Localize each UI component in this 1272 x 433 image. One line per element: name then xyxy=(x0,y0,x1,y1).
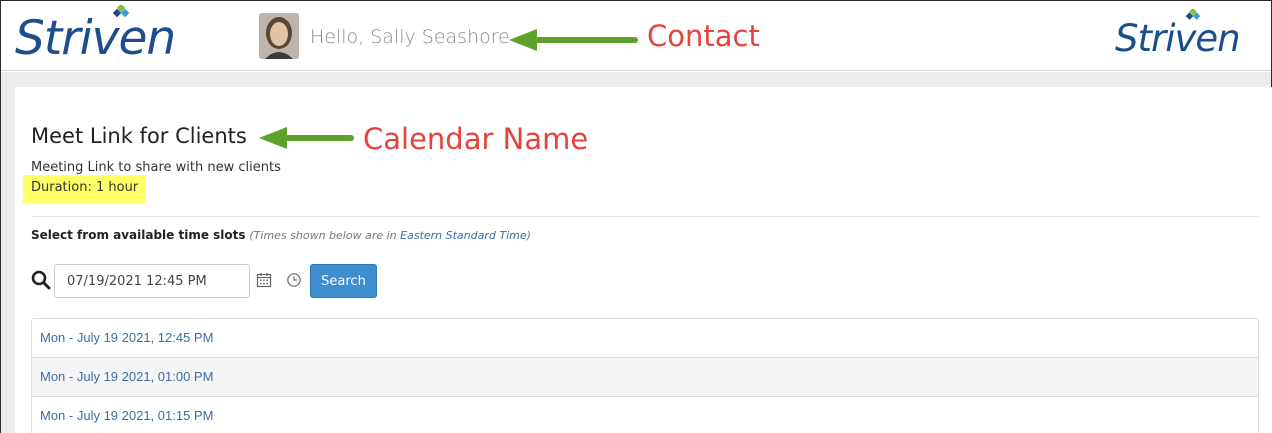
contact-arrow-icon xyxy=(509,29,638,51)
time-slot-item[interactable]: Mon - July 19 2021, 12:45 PM xyxy=(32,319,1258,358)
meeting-description: Meeting Link to share with new clients xyxy=(31,160,281,175)
calendar-name-arrow-icon xyxy=(259,127,354,149)
timezone-link[interactable]: Eastern Standard Time xyxy=(400,229,526,242)
striven-logo-left[interactable]: Striven xyxy=(15,5,176,66)
calendar-title: Meet Link for Clients xyxy=(31,124,247,148)
contact-annotation: Contact xyxy=(647,19,760,53)
time-slot-list: Mon - July 19 2021, 12:45 PM Mon - July … xyxy=(31,318,1259,433)
meeting-duration: Duration: 1 hour xyxy=(23,175,147,203)
time-slots-label: Select from available time slots xyxy=(31,228,246,242)
section-divider xyxy=(31,216,1259,217)
user-avatar xyxy=(259,13,299,59)
logo-diamond-icon xyxy=(1185,9,1201,20)
logo-text: Striven xyxy=(15,11,176,66)
search-icon xyxy=(31,270,51,290)
calendar-icon[interactable] xyxy=(256,272,272,288)
striven-logo-right: Striven xyxy=(1115,9,1241,60)
calendar-name-annotation: Calendar Name xyxy=(363,122,589,156)
avatar-photo xyxy=(259,13,299,59)
logo-diamond-icon xyxy=(112,5,130,18)
time-slot-item[interactable]: Mon - July 19 2021, 01:15 PM xyxy=(32,397,1258,433)
timezone-note: (Times shown below are in Eastern Standa… xyxy=(249,229,531,242)
timezone-note-prefix: (Times shown below are in xyxy=(249,229,397,242)
logo-text: Striven xyxy=(1115,17,1241,60)
time-slot-item[interactable]: Mon - July 19 2021, 01:00 PM xyxy=(32,358,1258,397)
contact-greeting: Hello, Sally Seashore xyxy=(310,26,510,48)
date-time-input[interactable] xyxy=(54,264,250,298)
time-slots-heading: Select from available time slots (Times … xyxy=(31,228,531,242)
clock-icon[interactable] xyxy=(286,272,302,288)
timezone-note-suffix: ) xyxy=(526,229,531,242)
search-button[interactable]: Search xyxy=(310,264,377,298)
app-header: Striven Hello, Sally Seashore Contact St… xyxy=(1,1,1271,71)
